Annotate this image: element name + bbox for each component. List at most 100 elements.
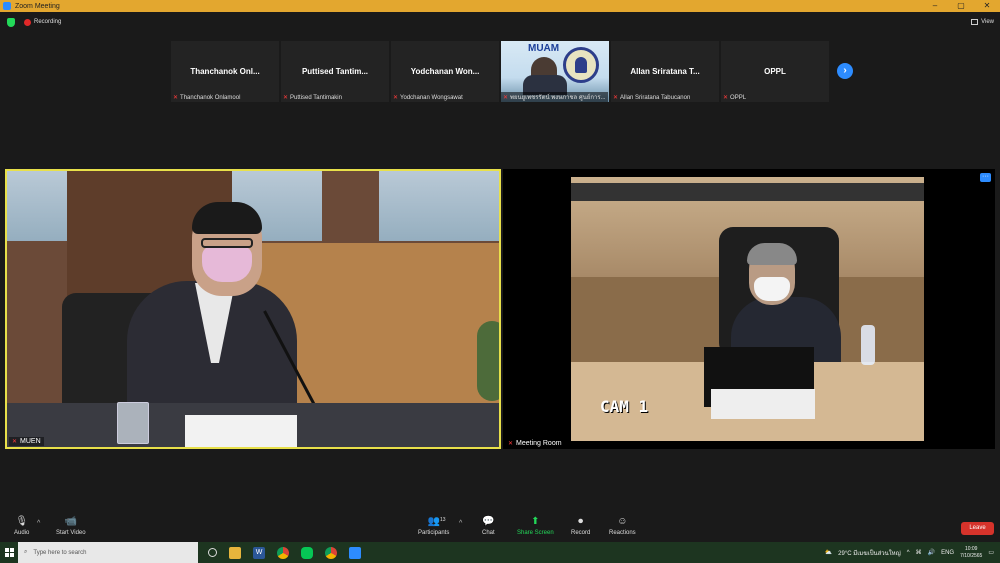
participant-label: ✕ Puttised Tantimakin: [283, 94, 342, 102]
participant-name: Yodchanan Wongsawat: [400, 94, 463, 101]
water-bottle: [861, 325, 875, 365]
participant-display-name: OPPL: [764, 67, 786, 76]
video-name-tag: ✕ Meeting Room: [505, 439, 565, 448]
audio-label: Audio: [14, 530, 30, 536]
participant-tile[interactable]: Thanchanok Onl... ✕ Thanchanok Onlamool: [171, 41, 279, 102]
tray-overflow-icon[interactable]: ^: [907, 550, 910, 556]
participants-options-caret-icon[interactable]: ^: [459, 520, 462, 527]
window-controls: – ▢ ✕: [922, 0, 1000, 12]
taskbar-clock[interactable]: 10:09 7/10/2565: [960, 546, 982, 560]
meeting-topbar: Recording View: [0, 12, 1000, 32]
participant-label: ✕ พยนยูเพชรรัตน์ พงษภาชล ศูนย์การ...: [501, 92, 608, 102]
participants-count: 13: [440, 517, 446, 523]
window-background: [7, 171, 67, 241]
taskbar-search-placeholder: Type here to search: [33, 549, 87, 556]
participant-name: พยนยูเพชรรัตน์ พงษภาชล ศูนย์การ...: [510, 95, 606, 101]
window-titlebar: Zoom Meeting – ▢ ✕: [0, 0, 1000, 12]
word-icon[interactable]: W: [253, 546, 265, 559]
view-button[interactable]: View: [971, 19, 994, 25]
line-icon[interactable]: [301, 546, 313, 559]
video-participant-name: MUEN: [20, 438, 41, 445]
task-view-icon[interactable]: [208, 548, 217, 557]
recording-label[interactable]: Recording: [34, 19, 61, 25]
participant-label: ✕ OPPL: [723, 94, 746, 102]
more-options-icon[interactable]: ···: [980, 173, 991, 182]
participant-label: ✕ Yodchanan Wongsawat: [393, 94, 463, 102]
nameplate: [711, 389, 815, 419]
network-icon[interactable]: ⌘: [916, 549, 922, 556]
meeting-room-video[interactable]: CAM 1 ··· ✕ Meeting Room: [503, 169, 995, 449]
participant-label: ✕ Allan Sriratana Tabucanon: [613, 94, 691, 102]
participant-display-name: Allan Sriratana T...: [630, 67, 700, 76]
reactions-label: Reactions: [609, 530, 636, 536]
share-screen-label: Share Screen: [517, 530, 554, 536]
start-button[interactable]: [0, 542, 18, 563]
participant-mask: [754, 277, 790, 301]
start-video-button[interactable]: 📹 Start Video: [56, 516, 86, 536]
leave-button[interactable]: Leave: [961, 522, 994, 535]
participant-display-name: Thanchanok Onl...: [190, 67, 260, 76]
notifications-icon[interactable]: ▭: [988, 549, 994, 556]
active-speaker-video[interactable]: ✕ MUEN: [5, 169, 501, 449]
next-page-arrow-icon[interactable]: ›: [837, 63, 853, 79]
close-button[interactable]: ✕: [974, 0, 1000, 12]
minimize-button[interactable]: –: [922, 0, 948, 12]
weather-icon: ⛅: [824, 550, 833, 556]
meeting-controls: 🎙 Audio ^ 📹 Start Video 👥 13 Participant…: [0, 512, 1000, 542]
chat-label: Chat: [482, 530, 495, 536]
zoom-app-icon: [3, 2, 11, 10]
participant-tile[interactable]: Yodchanan Won... ✕ Yodchanan Wongsawat: [391, 41, 499, 102]
language-indicator[interactable]: ENG: [941, 550, 954, 556]
share-screen-button[interactable]: ⬆ Share Screen: [517, 516, 554, 536]
participants-label: Participants: [418, 530, 450, 536]
participant-name: Thanchanok Onlamool: [180, 94, 241, 101]
zoom-taskbar-icon[interactable]: [349, 546, 361, 559]
chrome-profile-icon[interactable]: [325, 546, 337, 559]
participants-button[interactable]: 👥 13 Participants: [418, 516, 449, 536]
mic-muted-icon: ✕: [613, 95, 619, 101]
audio-button[interactable]: 🎙 Audio: [14, 516, 29, 536]
maximize-button[interactable]: ▢: [948, 0, 974, 12]
chat-button[interactable]: 💬 Chat: [482, 516, 495, 536]
participant-tile[interactable]: Allan Sriratana T... ✕ Allan Sriratana Ta…: [611, 41, 719, 102]
view-label: View: [981, 19, 994, 25]
mic-muted-icon: ✕: [283, 95, 289, 101]
video-participant-name: Meeting Room: [516, 440, 562, 447]
reactions-button[interactable]: ☺ Reactions: [609, 516, 636, 536]
participant-video-tile[interactable]: MUAM ✕ พยนยูเพชรรัตน์ พงษภาชล ศูนย์การ...: [501, 41, 609, 102]
start-video-label: Start Video: [56, 530, 86, 536]
file-explorer-icon[interactable]: [229, 546, 241, 559]
share-screen-icon: ⬆: [531, 516, 540, 527]
speaker-glasses: [201, 238, 253, 248]
record-icon: ⏺: [578, 516, 584, 527]
audio-options-caret-icon[interactable]: ^: [37, 520, 40, 527]
participant-display-name: Yodchanan Won...: [410, 67, 480, 76]
window-background: [379, 171, 499, 241]
mic-muted-icon: ✕: [508, 441, 514, 447]
taskbar-search-box[interactable]: ⌕ Type here to search: [18, 542, 198, 563]
taskbar-apps: W: [208, 546, 361, 559]
mic-muted-icon: ✕: [723, 95, 729, 101]
volume-icon[interactable]: 🔊: [928, 549, 935, 556]
participant-name: Allan Sriratana Tabucanon: [620, 94, 691, 101]
camera-feed: CAM 1: [571, 177, 924, 441]
speaker-mask: [202, 246, 252, 282]
participants-icon: 👥: [427, 516, 440, 527]
participant-label: ✕ Thanchanok Onlamool: [173, 94, 241, 102]
video-name-tag: ✕ MUEN: [9, 437, 44, 446]
muam-logo-text: MUAM: [528, 43, 560, 54]
participant-tile[interactable]: OPPL ✕ OPPL: [721, 41, 829, 102]
window-title: Zoom Meeting: [15, 2, 60, 10]
weather-text[interactable]: 29°C มีเมฆเป็นส่วนใหญ่: [838, 548, 901, 558]
record-button[interactable]: ⏺ Record: [571, 516, 590, 536]
clock-date: 7/10/2565: [960, 552, 983, 559]
chrome-icon[interactable]: [277, 546, 289, 559]
nameplate: [185, 415, 297, 447]
shield-icon[interactable]: [7, 17, 15, 27]
participant-tile[interactable]: Puttised Tantim... ✕ Puttised Tantimakin: [281, 41, 389, 102]
recording-icon[interactable]: [24, 18, 31, 26]
camera-label: CAM 1: [600, 397, 649, 416]
chair-row: [571, 183, 924, 201]
participant-strip: Thanchanok Onl... ✕ Thanchanok Onlamool P…: [171, 41, 829, 102]
university-seal-icon: [563, 47, 599, 83]
